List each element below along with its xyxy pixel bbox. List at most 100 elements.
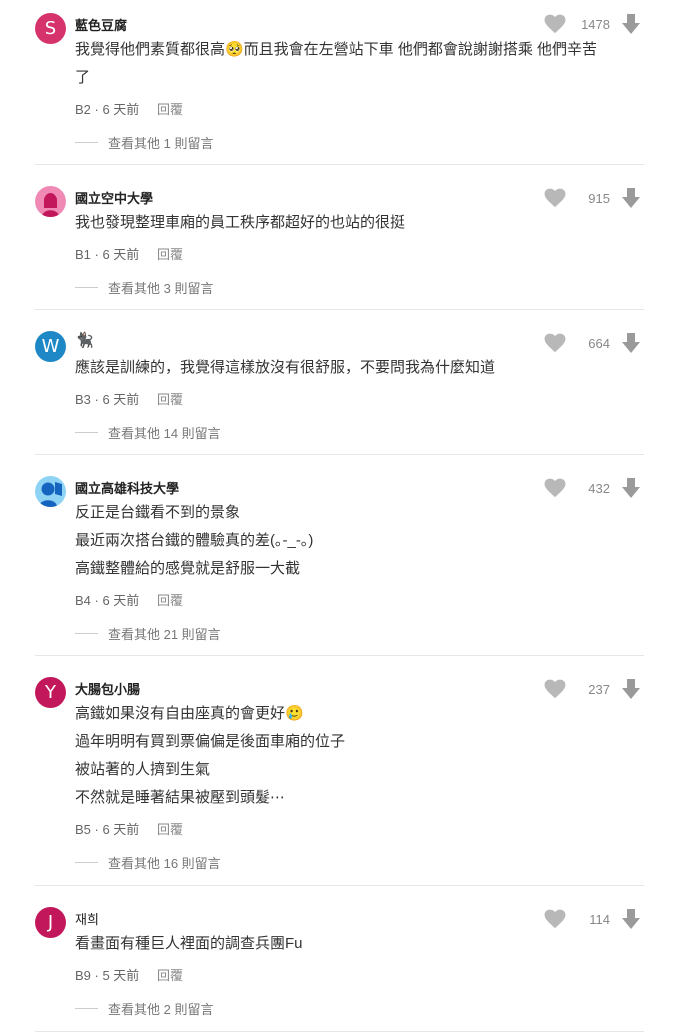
comment-item: 國立高雄科技大學 432 反正是台鐵看不到的景象 最近兩次搭台鐵的體驗真的差(｡…: [35, 455, 644, 656]
avatar-letter: S: [44, 18, 57, 39]
view-more-replies[interactable]: 查看其他 16 則留言: [75, 853, 221, 872]
comment-meta: B3 · 6 天前 回覆: [75, 392, 183, 407]
timestamp: 6 天前: [102, 247, 140, 262]
view-more-label: 查看其他 2 則留言: [108, 1002, 214, 1017]
comment-item: W 🐈‍⬛ 664 應該是訓練的，我覺得這樣放沒有很舒服，不要問我為什麼知道 B…: [35, 310, 644, 455]
like-group: 915: [544, 188, 644, 208]
avatar-letter: J: [47, 912, 54, 933]
school-avatar-icon: [42, 193, 59, 217]
downvote-icon[interactable]: [622, 188, 640, 208]
timestamp: 6 天前: [102, 102, 140, 117]
view-more-replies[interactable]: 查看其他 21 則留言: [75, 624, 221, 643]
author-name[interactable]: 재희: [75, 909, 99, 928]
divider: [75, 432, 98, 433]
view-more-label: 查看其他 1 則留言: [108, 136, 214, 151]
heart-icon[interactable]: [544, 909, 566, 929]
divider: [75, 862, 98, 863]
view-more-replies[interactable]: 查看其他 2 則留言: [75, 999, 213, 1018]
author-name[interactable]: 國立高雄科技大學: [75, 478, 179, 497]
like-group: 237: [544, 679, 644, 699]
author-name[interactable]: 大腸包小腸: [75, 679, 140, 698]
comment-item: Y 大腸包小腸 237 高鐵如果沒有自由座真的會更好🥲 過年明明有買到票偏偏是後…: [35, 656, 644, 886]
divider: [75, 287, 98, 288]
like-group: 432: [544, 478, 644, 498]
author-name[interactable]: 🐈‍⬛: [75, 331, 94, 349]
like-group: 114: [544, 909, 644, 929]
heart-icon[interactable]: [544, 478, 566, 498]
reply-button[interactable]: 回覆: [157, 247, 183, 262]
like-count: 114: [589, 911, 610, 927]
avatar[interactable]: S: [35, 13, 66, 44]
reply-button[interactable]: 回覆: [157, 968, 183, 983]
timestamp: 6 天前: [102, 822, 140, 837]
comment-body: 我也發現整理車廂的員工秩序都超好的也站的很挺: [75, 209, 635, 237]
comment-line: 了: [75, 69, 91, 86]
view-more-label: 查看其他 3 則留言: [108, 281, 214, 296]
view-more-replies[interactable]: 查看其他 3 則留言: [75, 278, 213, 297]
downvote-icon[interactable]: [622, 14, 640, 34]
comment-meta: B5 · 6 天前 回覆: [75, 822, 183, 837]
author-name[interactable]: 國立空中大學: [75, 188, 153, 207]
comment-line: 應該是訓練的，我覺得這樣放沒有很舒服，不要問我為什麼知道: [75, 359, 496, 376]
school-avatar-icon: [39, 482, 62, 507]
reply-button[interactable]: 回覆: [157, 392, 183, 407]
like-count: 432: [588, 480, 610, 496]
view-more-label: 查看其他 14 則留言: [108, 426, 221, 441]
view-more-label: 查看其他 21 則留言: [108, 627, 221, 642]
view-more-label: 查看其他 16 則留言: [108, 856, 221, 871]
timestamp: 5 天前: [102, 968, 140, 983]
comment-line: 高鐵整體給的感覺就是舒服一大截: [75, 560, 301, 577]
timestamp: 6 天前: [102, 593, 140, 608]
avatar[interactable]: Y: [35, 677, 66, 708]
floor-number: B9: [75, 968, 91, 983]
comment-meta: B1 · 6 天前 回覆: [75, 247, 183, 262]
divider: [75, 142, 98, 143]
avatar[interactable]: [35, 476, 66, 507]
like-group: 664: [544, 333, 644, 353]
avatar-letter: W: [41, 336, 60, 357]
like-count: 237: [588, 681, 610, 697]
heart-icon[interactable]: [544, 679, 566, 699]
avatar-letter: Y: [45, 682, 56, 703]
heart-icon[interactable]: [544, 14, 566, 34]
heart-icon[interactable]: [544, 188, 566, 208]
reply-button[interactable]: 回覆: [157, 822, 183, 837]
view-more-replies[interactable]: 查看其他 1 則留言: [75, 133, 213, 152]
floor-number: B3: [75, 392, 91, 407]
comment-line: 看畫面有種巨人裡面的調查兵團Fu: [75, 935, 303, 952]
reply-button[interactable]: 回覆: [157, 593, 183, 608]
comment-line: 不然就是睡著結果被壓到頭髮⋯: [75, 789, 286, 806]
comment-meta: B4 · 6 天前 回覆: [75, 593, 183, 608]
like-count: 915: [588, 190, 610, 206]
comment-item: J 재희 114 看畫面有種巨人裡面的調查兵團Fu B9 · 5 天前 回覆 查…: [35, 886, 644, 1032]
divider: [75, 633, 98, 634]
floor-number: B1: [75, 247, 91, 262]
comment-line: 我覺得他們素質都很高🥺而且我會在左營站下車 他們都會說謝謝搭乘 他們辛苦: [75, 41, 598, 58]
avatar[interactable]: [35, 186, 66, 217]
comment-body: 應該是訓練的，我覺得這樣放沒有很舒服，不要問我為什麼知道: [75, 354, 635, 382]
comment-body: 高鐵如果沒有自由座真的會更好🥲 過年明明有買到票偏偏是後面車廂的位子 被站著的人…: [75, 700, 635, 812]
downvote-icon[interactable]: [622, 478, 640, 498]
like-group: 1478: [544, 14, 644, 34]
comment-line: 高鐵如果沒有自由座真的會更好🥲: [75, 705, 304, 722]
author-name[interactable]: 藍色豆腐: [75, 15, 127, 34]
comment-line: 我也發現整理車廂的員工秩序都超好的也站的很挺: [75, 214, 406, 231]
downvote-icon[interactable]: [622, 679, 640, 699]
comment-line: 反正是台鐵看不到的景象: [75, 504, 241, 521]
heart-icon[interactable]: [544, 333, 566, 353]
avatar[interactable]: W: [35, 331, 66, 362]
comment-list: S 藍色豆腐 1478 我覺得他們素質都很高🥺而且我會在左營站下車 他們都會說謝…: [0, 0, 700, 1032]
comment-meta: B9 · 5 天前 回覆: [75, 968, 183, 983]
avatar[interactable]: J: [35, 907, 66, 938]
floor-number: B2: [75, 102, 91, 117]
comment-meta: B2 · 6 天前 回覆: [75, 102, 183, 117]
downvote-icon[interactable]: [622, 333, 640, 353]
comment-line: 被站著的人擠到生氣: [75, 761, 211, 778]
reply-button[interactable]: 回覆: [157, 102, 183, 117]
comment-body: 看畫面有種巨人裡面的調查兵團Fu: [75, 930, 635, 958]
downvote-icon[interactable]: [622, 909, 640, 929]
timestamp: 6 天前: [102, 392, 140, 407]
comment-item: S 藍色豆腐 1478 我覺得他們素質都很高🥺而且我會在左營站下車 他們都會說謝…: [35, 0, 644, 165]
view-more-replies[interactable]: 查看其他 14 則留言: [75, 423, 221, 442]
floor-number: B5: [75, 822, 91, 837]
